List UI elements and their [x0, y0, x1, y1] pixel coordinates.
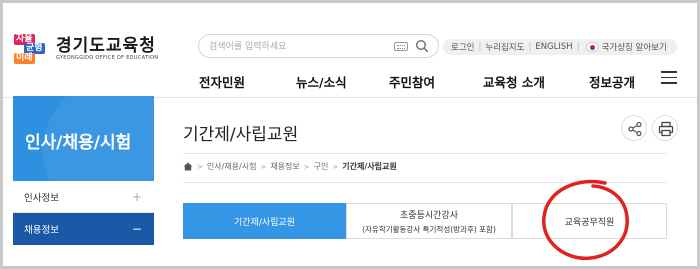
taegukgi-icon: [585, 42, 599, 52]
annotation-circle: [542, 179, 629, 261]
chevron-right-icon: >: [197, 162, 203, 171]
breadcrumb-top-divider: [183, 153, 667, 154]
home-icon[interactable]: [183, 162, 193, 171]
page-frame: 자율 균형 미래 경기도교육청 GYEONGGIDO OFFICE OF EDU…: [3, 3, 697, 266]
printer-icon: [658, 121, 674, 137]
plus-icon: +: [131, 189, 142, 204]
breadcrumb-current: 기간제/사립교원: [342, 162, 397, 171]
logo-badge-3: 미래: [14, 53, 35, 64]
utility-links: 로그인 | 누리집지도 | ENGLISH | 국가상징 알아보기: [443, 39, 677, 55]
national-symbol-link[interactable]: 국가상징 알아보기: [602, 41, 667, 53]
tab-label: 초중등시간강사: [400, 210, 458, 221]
menu-icon[interactable]: [661, 71, 677, 84]
tab-lecturer[interactable]: 초중등시간강사 (자유학기활동강사 특기적성(방과후) 포함): [346, 203, 512, 239]
minus-icon: −: [131, 222, 142, 236]
logo-subtitle: GYEONGGIDO OFFICE OF EDUCATION: [56, 54, 159, 61]
gnb-item-news[interactable]: 뉴스/소식: [296, 72, 347, 91]
tab-label: 기간제/사립교원: [234, 217, 295, 228]
gnb-item-about[interactable]: 교육청 소개: [483, 72, 545, 91]
breadcrumb-item[interactable]: 구인: [314, 161, 329, 172]
gnb-item-disclosure[interactable]: 정보공개: [589, 72, 635, 91]
sidebar-title-text: 인사/채용/시험: [25, 133, 132, 153]
logo-badge: 자율 균형 미래: [14, 34, 52, 64]
logo-name: 경기도교육청: [56, 35, 156, 56]
sidebar-item-personnel[interactable]: 인사정보 +: [13, 181, 154, 213]
global-nav: 전자민원 뉴스/소식 주민참여 교육청 소개 정보공개: [199, 72, 679, 91]
page-title: 기간제/사립교원: [183, 125, 299, 145]
breadcrumb: > 인사/채용/시험 > 채용정보 > 구인 > 기간제/사립교원: [183, 161, 397, 172]
search-icon[interactable]: [415, 39, 429, 53]
breadcrumb-item[interactable]: 인사/채용/시험: [207, 161, 257, 172]
print-button[interactable]: [652, 115, 678, 141]
sidebar-item-label: 인사정보: [24, 192, 59, 204]
sidebar-title: 인사/채용/시험: [13, 96, 154, 181]
breadcrumb-item[interactable]: 채용정보: [270, 161, 299, 172]
chevron-right-icon: >: [332, 162, 339, 171]
sitemap-link[interactable]: 누리집지도: [485, 41, 524, 53]
share-icon: [628, 121, 642, 137]
sidebar-item-label: 채용정보: [24, 225, 59, 236]
chevron-right-icon: >: [260, 162, 267, 171]
site-logo[interactable]: 자율 균형 미래 경기도교육청 GYEONGGIDO OFFICE OF EDU…: [14, 34, 158, 64]
sidebar-item-recruitment[interactable]: 채용정보 −: [13, 213, 154, 245]
search-box: [198, 34, 439, 58]
tab-sublabel: (자유학기활동강사 특기적성(방과후) 포함): [362, 224, 496, 234]
chevron-right-icon: >: [303, 162, 310, 171]
english-link[interactable]: ENGLISH: [535, 42, 572, 52]
tab-temporary-teacher[interactable]: 기간제/사립교원: [183, 203, 346, 239]
keyboard-icon[interactable]: [394, 42, 408, 51]
share-button[interactable]: [621, 115, 647, 141]
gnb-item-participation[interactable]: 주민참여: [389, 72, 435, 91]
search-input[interactable]: [209, 39, 389, 54]
gnb-item-civil[interactable]: 전자민원: [199, 72, 245, 91]
login-link[interactable]: 로그인: [451, 41, 474, 53]
